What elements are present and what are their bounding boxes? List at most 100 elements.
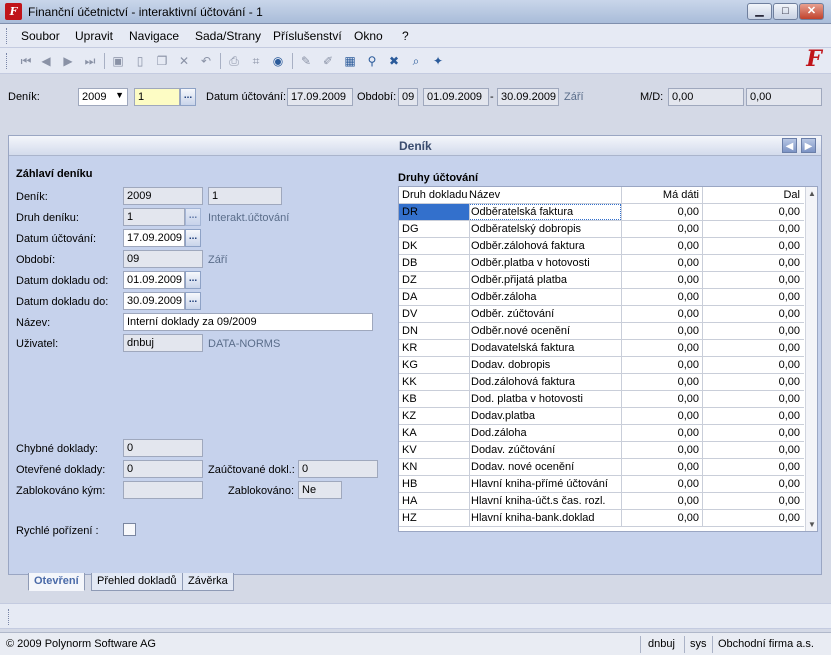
scroll-up-icon[interactable]: ▲: [808, 189, 816, 198]
table-row[interactable]: DZ Odběr.přijatá platba 0,00 0,00: [399, 272, 804, 289]
druh-lookup-button[interactable]: ...: [185, 208, 201, 226]
table-row[interactable]: DN Odběr.nové ocenění 0,00 0,00: [399, 323, 804, 340]
cell-madati: 0,00: [677, 512, 699, 524]
delete-icon[interactable]: ✕: [176, 53, 192, 69]
close-button[interactable]: ✕: [799, 3, 824, 20]
range-dash: -: [490, 91, 494, 103]
cell-dal: 0,00: [778, 478, 800, 490]
first-record-icon[interactable]: ⏮: [18, 53, 34, 69]
table-row[interactable]: DA Odběr.záloha 0,00 0,00: [399, 289, 804, 306]
print-icon[interactable]: ⎙: [226, 53, 242, 69]
scroll-down-icon[interactable]: ▼: [808, 520, 816, 529]
table-row[interactable]: DB Odběr.platba v hotovosti 0,00 0,00: [399, 255, 804, 272]
undo-icon[interactable]: ↶: [198, 53, 214, 69]
cell-druh: KR: [402, 342, 418, 354]
last-record-icon[interactable]: ⏭: [82, 53, 98, 69]
form-datum-input[interactable]: 17.09.2009: [123, 229, 185, 247]
form-datum-do-input[interactable]: 30.09.2009: [123, 292, 185, 310]
cell-madati: 0,00: [677, 274, 699, 286]
menu-sada-strany[interactable]: Sada/Strany: [195, 29, 261, 43]
search-icon[interactable]: ⌕: [408, 53, 424, 69]
cell-dal: 0,00: [778, 461, 800, 473]
col-nazev-header[interactable]: Název: [469, 189, 500, 201]
col-dal-header[interactable]: Dal: [705, 189, 803, 201]
save-icon[interactable]: ▣: [110, 53, 126, 69]
preview-icon[interactable]: ⌗: [248, 53, 264, 69]
table-row[interactable]: HB Hlavní kniha-přímé účtování 0,00 0,00: [399, 476, 804, 493]
table-row[interactable]: DR Odběratelská faktura 0,00 0,00: [399, 204, 804, 221]
col-madati-header[interactable]: Má dáti: [624, 189, 702, 201]
druhy-table: Druh dokladu Název Má dáti Dal DR Odběrat…: [398, 186, 818, 532]
minimize-button[interactable]: ▁: [747, 3, 772, 20]
toolbar-separator: [220, 53, 221, 69]
tab-zaverka[interactable]: Závěrka: [182, 573, 234, 591]
table-row[interactable]: HA Hlavní kniha-účt.s čas. rozl. 0,00 0,00: [399, 493, 804, 510]
status-firm: Obchodní firma a.s.: [718, 638, 814, 650]
pen-icon[interactable]: ✐: [320, 53, 336, 69]
form-otevrene-label: Otevřené doklady:: [16, 464, 106, 476]
table-row[interactable]: KG Dodav. dobropis 0,00 0,00: [399, 357, 804, 374]
form-uzivatel-desc: DATA-NORMS: [208, 338, 281, 350]
menu-soubor[interactable]: Soubor: [21, 29, 60, 43]
datum-field: 17.09.2009: [287, 88, 353, 106]
cell-druh: DA: [402, 291, 418, 303]
year-select[interactable]: 2009 ▼: [78, 88, 128, 106]
form-uzivatel-field: dnbuj: [123, 334, 203, 352]
help-bulb-icon[interactable]: ✦: [430, 53, 446, 69]
table-row[interactable]: DG Odběratelský dobropis 0,00 0,00: [399, 221, 804, 238]
tab-prehled-dokladu[interactable]: Přehled dokladů: [91, 573, 183, 591]
menu-grip: [6, 28, 9, 44]
tab-otevreni[interactable]: Otevření: [28, 573, 85, 591]
table-row[interactable]: KA Dod.záloha 0,00 0,00: [399, 425, 804, 442]
prev-record-icon[interactable]: ◀: [38, 53, 54, 69]
excel-icon[interactable]: ✖: [386, 53, 402, 69]
datum-od-calendar-button[interactable]: ...: [185, 271, 201, 289]
datum-calendar-button[interactable]: ...: [185, 229, 201, 247]
menu-navigace[interactable]: Navigace: [129, 29, 179, 43]
menu-upravit[interactable]: Upravit: [75, 29, 113, 43]
panel-next-icon[interactable]: ▶: [801, 138, 816, 153]
form-datum-label: Datum účtování:: [16, 233, 97, 245]
panel-prev-icon[interactable]: ◀: [782, 138, 797, 153]
copy-icon[interactable]: ❐: [154, 53, 170, 69]
rychle-checkbox[interactable]: [123, 523, 136, 536]
obdobi-from-field: 01.09.2009: [423, 88, 489, 106]
form-denik-year: 2009: [123, 187, 203, 205]
table-row[interactable]: KB Dod. platba v hotovosti 0,00 0,00: [399, 391, 804, 408]
form-datum-od-input[interactable]: 01.09.2009: [123, 271, 185, 289]
next-record-icon[interactable]: ▶: [60, 53, 76, 69]
menu-bar: Soubor Upravit Navigace Sada/Strany Přís…: [0, 24, 831, 48]
edit-icon[interactable]: ✎: [298, 53, 314, 69]
table-row[interactable]: KN Dodav. nové ocenění 0,00 0,00: [399, 459, 804, 476]
form-denik-no: 1: [208, 187, 282, 205]
year-value: 2009: [82, 91, 107, 103]
status-copyright: © 2009 Polynorm Software AG: [6, 638, 156, 650]
menu-help[interactable]: ?: [402, 29, 409, 43]
table-row[interactable]: HZ Hlavní kniha-bank.doklad 0,00 0,00: [399, 510, 804, 527]
filter-icon[interactable]: ⚲: [364, 53, 380, 69]
journal-no-input[interactable]: 1: [134, 88, 180, 106]
menu-okno[interactable]: Okno: [354, 29, 383, 43]
month-name: Září: [564, 91, 584, 103]
col-druh-header[interactable]: Druh dokladu: [402, 189, 467, 201]
form-nazev-input[interactable]: Interní doklady za 09/2009: [123, 313, 373, 331]
form-blokovano-kym-field: [123, 481, 203, 499]
table-row[interactable]: KV Dodav. zúčtování 0,00 0,00: [399, 442, 804, 459]
datum-do-calendar-button[interactable]: ...: [185, 292, 201, 310]
table-row[interactable]: KR Dodavatelská faktura 0,00 0,00: [399, 340, 804, 357]
cell-nazev: Dodavatelská faktura: [471, 342, 575, 354]
new-icon[interactable]: ▯: [132, 53, 148, 69]
maximize-button[interactable]: □: [773, 3, 798, 20]
calculator-icon[interactable]: ▦: [342, 53, 358, 69]
app-icon: F: [5, 3, 22, 20]
table-scrollbar[interactable]: ▲ ▼: [805, 187, 817, 531]
table-row[interactable]: DK Odběr.zálohová faktura 0,00 0,00: [399, 238, 804, 255]
cell-madati: 0,00: [677, 206, 699, 218]
table-row[interactable]: DV Odběr. zúčtování 0,00 0,00: [399, 306, 804, 323]
menu-prislusenstvi[interactable]: Příslušenství: [273, 29, 342, 43]
table-row[interactable]: KK Dod.zálohová faktura 0,00 0,00: [399, 374, 804, 391]
refresh-icon[interactable]: ◉: [270, 53, 286, 69]
journal-lookup-button[interactable]: ...: [180, 88, 196, 106]
cell-madati: 0,00: [677, 461, 699, 473]
table-row[interactable]: KZ Dodav.platba 0,00 0,00: [399, 408, 804, 425]
